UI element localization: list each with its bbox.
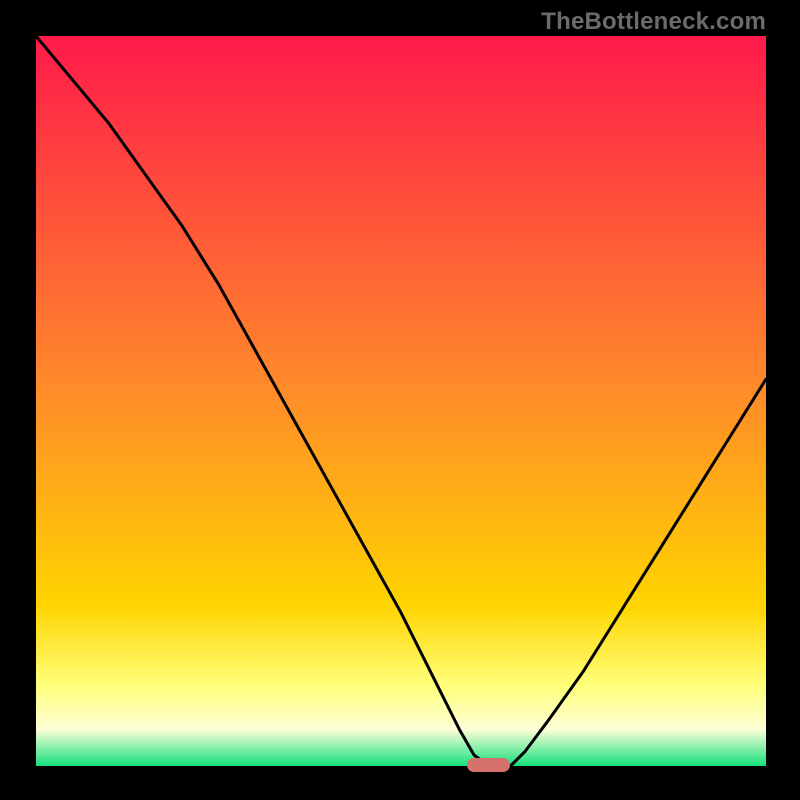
trough-marker (467, 758, 511, 772)
chart-container: TheBottleneck.com (0, 0, 800, 800)
gradient-background (36, 36, 766, 766)
plot-area (36, 36, 766, 766)
watermark-text: TheBottleneck.com (541, 8, 766, 36)
chart-svg (36, 36, 766, 766)
